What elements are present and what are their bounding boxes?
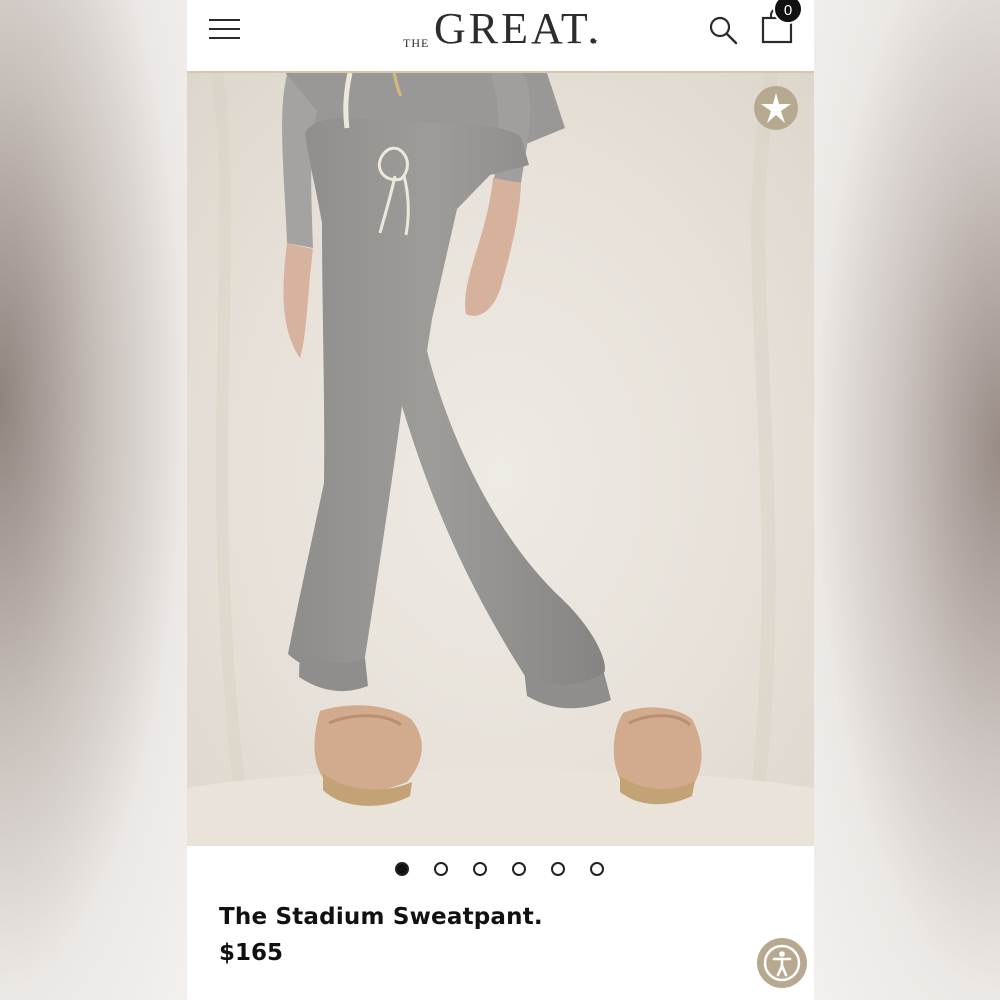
carousel-dot[interactable] [434,862,448,876]
product-image[interactable] [187,73,814,846]
star-badge-icon[interactable] [754,86,798,130]
carousel-dot[interactable] [473,862,487,876]
menu-line [209,28,240,30]
brand-logo[interactable]: THE GREAT. ★ [403,6,603,56]
carousel-dot[interactable] [395,862,409,876]
menu-line [209,19,240,21]
product-photo-illustration [187,73,814,846]
search-icon[interactable] [707,14,739,46]
logo-wordmark: GREAT. [434,6,602,52]
background-left-blur [0,0,187,1000]
carousel-dot[interactable] [551,862,565,876]
carousel-dot[interactable] [590,862,604,876]
product-title: The Stadium Sweatpant. [219,904,543,930]
product-price: $165 [219,940,284,966]
background-right-blur [813,0,1000,1000]
carousel-dot[interactable] [512,862,526,876]
cart-count-badge[interactable]: 0 [773,0,803,24]
accessibility-button[interactable] [757,938,807,988]
logo-prefix: THE [403,36,430,50]
menu-line [209,37,240,39]
site-header: THE GREAT. ★ 0 [187,0,814,73]
mobile-product-page: THE GREAT. ★ 0 The Stadium Sweatpant. $1… [187,0,814,1000]
logo-star-icon: ★ [591,37,599,46]
logo-main-text: GREAT [434,4,588,53]
accessibility-icon [763,944,801,982]
carousel-pagination [395,862,605,878]
menu-icon[interactable] [209,19,240,39]
